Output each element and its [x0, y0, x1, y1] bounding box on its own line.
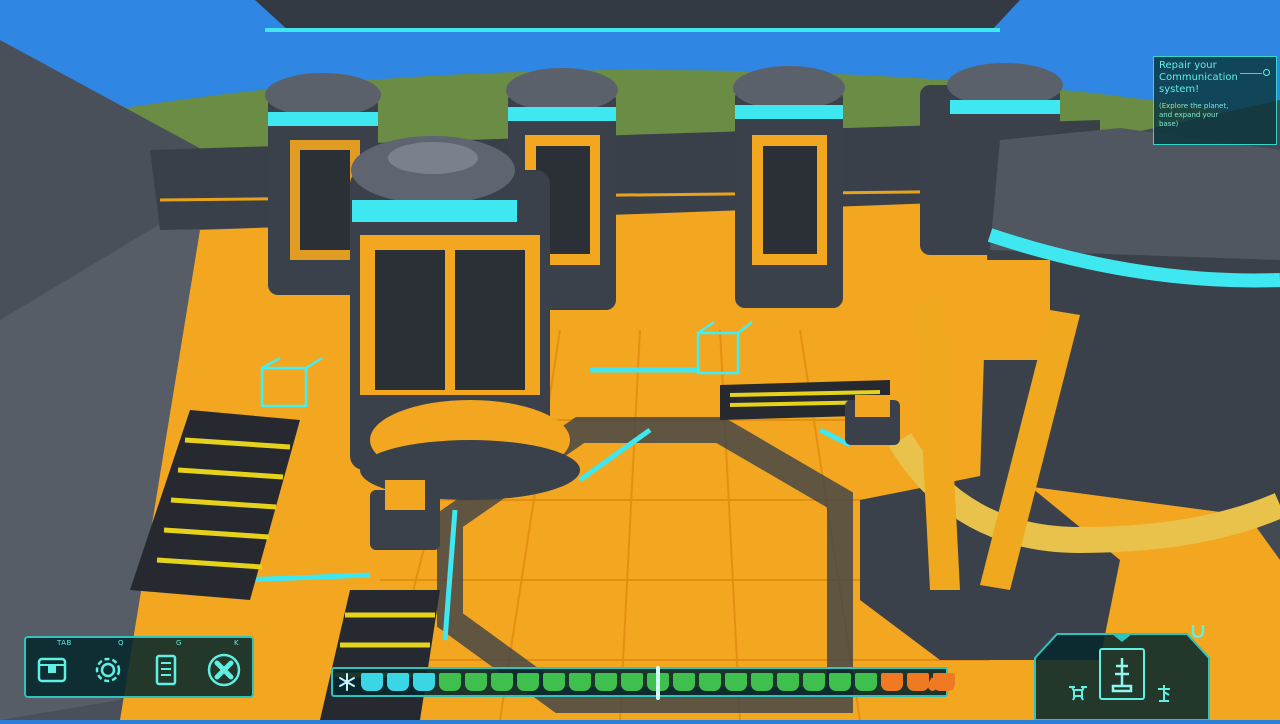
temperature-cell-green [491, 673, 513, 691]
temperature-bar [331, 666, 955, 700]
build-item-drone[interactable] [1065, 680, 1091, 706]
main-menu-bar: TAB Q G K [24, 636, 254, 698]
close-x-icon [207, 653, 241, 687]
temperature-cell-cyan [361, 673, 383, 691]
drone-icon [1069, 686, 1087, 701]
temperature-cell-green [517, 673, 539, 691]
temperature-cell-cyan [387, 673, 409, 691]
temperature-cell-green [725, 673, 747, 691]
snowflake-icon [339, 673, 355, 691]
build-item-antenna-selected[interactable] [1099, 648, 1145, 700]
temperature-cell-green [543, 673, 565, 691]
key-hint-q: Q [118, 639, 125, 647]
temperature-cell-green [673, 673, 695, 691]
temperature-cell-cyan [413, 673, 435, 691]
close-menu-button[interactable]: K [204, 639, 244, 690]
settings-gear-icon [95, 657, 121, 683]
settings-button[interactable]: Q [88, 639, 128, 690]
u-shaped-magnet-icon [1191, 625, 1205, 639]
key-hint-k: K [234, 639, 240, 647]
antenna-tower-icon [1111, 658, 1133, 693]
build-item-tower[interactable] [1151, 680, 1177, 706]
fire-icon [927, 673, 939, 691]
temperature-cell-green [803, 673, 825, 691]
temperature-cell-orange [881, 673, 903, 691]
temperature-cell-green [777, 673, 799, 691]
temperature-cell-green [439, 673, 461, 691]
temperature-cell-green [595, 673, 617, 691]
logbook-button[interactable]: G [146, 639, 186, 690]
quest-title: Repair your Communication system! [1159, 60, 1238, 95]
tower-icon [1158, 685, 1170, 702]
quest-panel: Repair your Communication system! (Explo… [1153, 56, 1277, 145]
game-scene [0, 0, 1280, 720]
magnet-tool-button[interactable] [1187, 620, 1209, 642]
quest-marker-icon [1263, 69, 1270, 76]
temperature-cell-green [621, 673, 643, 691]
temperature-cell-green [699, 673, 721, 691]
key-hint-tab: TAB [57, 639, 72, 647]
inventory-button[interactable]: TAB [32, 639, 72, 690]
quest-connector-line [1240, 73, 1262, 74]
temperature-cell-green [465, 673, 487, 691]
log-book-icon [155, 654, 177, 686]
temperature-cell-green [855, 673, 877, 691]
quest-description: (Explore the planet, and expand your bas… [1159, 102, 1229, 128]
temperature-cell-green [829, 673, 851, 691]
build-selection-panel [1027, 625, 1217, 721]
temperature-cell-green [751, 673, 773, 691]
temperature-cell-green [569, 673, 591, 691]
storage-crate-icon [37, 657, 67, 683]
key-hint-g: G [176, 639, 182, 647]
temperature-marker [656, 666, 660, 700]
